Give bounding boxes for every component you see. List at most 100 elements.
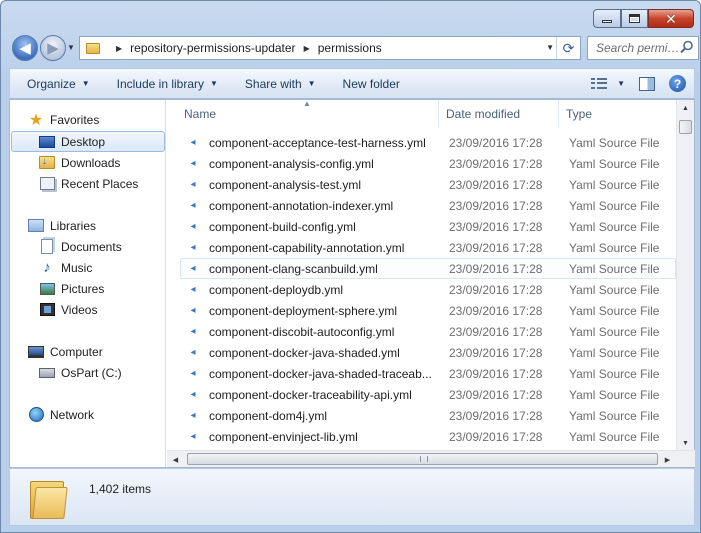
column-label: Name (184, 106, 217, 121)
file-row[interactable]: ◂ component-annotation-indexer.yml 23/09/2… (181, 195, 677, 216)
scroll-left-icon[interactable]: ◀ (167, 451, 184, 468)
refresh-icon: ⟳ (562, 39, 575, 56)
file-name: component-deploydb.yml (209, 282, 344, 297)
yaml-file-icon: ◂ (190, 242, 196, 253)
breadcrumb-separator-icon[interactable]: ▶ (304, 44, 310, 53)
nav-music[interactable]: ♪ Music (39, 257, 92, 278)
minimize-button[interactable] (593, 9, 621, 28)
file-type: Yaml Source File (569, 387, 660, 402)
yaml-file-icon: ◂ (190, 263, 196, 274)
vertical-scrollbar[interactable]: ▲ ▼ (676, 100, 694, 452)
explorer-window: ✕ ◀ ▶ ▼ ▶ repository-permissions-updater… (0, 0, 701, 533)
horizontal-scrollbar[interactable]: ◀ ▶ (167, 450, 695, 467)
nav-computer[interactable]: Computer (28, 341, 103, 362)
help-button[interactable]: ? (669, 75, 686, 92)
address-dropdown-icon[interactable]: ▼ (546, 43, 554, 52)
search-input[interactable]: Search permi… (587, 36, 699, 60)
nav-videos[interactable]: Videos (39, 299, 97, 320)
breadcrumb-item[interactable]: repository-permissions-updater (130, 41, 295, 55)
file-name: component-dom4j.yml (209, 408, 328, 423)
scroll-right-icon[interactable]: ▶ (659, 451, 676, 468)
change-view-button[interactable]: ▼ (591, 77, 625, 90)
nav-libraries[interactable]: Libraries (28, 215, 96, 236)
file-date: 23/09/2016 17:28 (449, 177, 543, 192)
new-folder-button[interactable]: New folder (326, 69, 410, 98)
nav-recent-places[interactable]: Recent Places (39, 173, 138, 194)
nav-documents[interactable]: Documents (39, 236, 122, 257)
file-row[interactable]: ◂ component-dom4j.yml 23/09/2016 17:28 Yaml… (181, 405, 677, 426)
file-name: component-discobit-autoconfig.yml (209, 324, 395, 339)
nav-label: Downloads (61, 155, 121, 170)
scroll-thumb[interactable] (679, 120, 692, 134)
file-name: component-capability-annotation.yml (209, 240, 405, 255)
back-button[interactable]: ◀ (12, 35, 38, 61)
file-date: 23/09/2016 17:28 (449, 282, 543, 297)
chevron-down-icon: ▼ (617, 79, 625, 88)
nav-desktop[interactable]: Desktop (11, 131, 165, 152)
content-area: ★ Favorites Desktop ↓ Downloads Recent Pla… (9, 99, 695, 468)
pictures-icon (39, 281, 55, 297)
file-type: Yaml Source File (569, 261, 660, 276)
address-bar[interactable]: ▶ repository-permissions-updater ▶ permi… (79, 36, 581, 60)
file-name: component-clang-scanbuild.yml (209, 261, 378, 276)
column-header-date[interactable]: Date modified (439, 100, 559, 127)
scroll-up-icon[interactable]: ▲ (677, 100, 694, 117)
file-type: Yaml Source File (569, 408, 660, 423)
yaml-file-icon: ◂ (190, 305, 196, 316)
close-button[interactable]: ✕ (648, 9, 694, 28)
file-row[interactable]: ◂ component-capability-annotation.yml 23/0… (181, 237, 677, 258)
nav-favorites[interactable]: ★ Favorites (28, 109, 100, 130)
nav-label: Computer (50, 344, 103, 359)
yaml-file-icon: ◂ (190, 179, 196, 190)
network-icon (28, 407, 44, 423)
file-date: 23/09/2016 17:28 (449, 261, 543, 276)
nav-label: Music (61, 260, 93, 275)
search-icon (680, 40, 693, 54)
file-row[interactable]: ◂ component-envinject-lib.yml 23/09/2016 1… (181, 426, 677, 447)
file-row[interactable]: ◂ component-clang-scanbuild.yml 23/09/2016… (180, 258, 676, 279)
views-icon (591, 77, 608, 90)
nav-network[interactable]: Network (28, 404, 94, 425)
file-name: component-build-config.yml (209, 219, 356, 234)
maximize-button[interactable] (621, 9, 648, 28)
file-row[interactable]: ◂ component-docker-java-shaded.yml 23/09/2… (181, 342, 677, 363)
breadcrumb-item[interactable]: permissions (318, 41, 382, 55)
chevron-down-icon: ▼ (307, 79, 316, 88)
yaml-file-icon: ◂ (190, 137, 196, 148)
share-with-button[interactable]: Share with ▼ (228, 69, 326, 98)
file-row[interactable]: ◂ component-deployment-sphere.yml 23/09/20… (181, 300, 677, 321)
file-list: ▲ Name Date modified Type ◂ component-acc… (167, 100, 677, 452)
recent-pages-dropdown[interactable]: ▼ (67, 43, 75, 52)
include-in-library-button[interactable]: Include in library ▼ (100, 69, 228, 98)
file-row[interactable]: ◂ component-analysis-config.yml 23/09/2016… (181, 153, 677, 174)
file-row[interactable]: ◂ component-docker-java-shaded-traceab...… (181, 363, 677, 384)
share-with-label: Share with (244, 76, 302, 91)
file-type: Yaml Source File (569, 156, 660, 171)
file-row[interactable]: ◂ component-build-config.yml 23/09/2016 17… (181, 216, 677, 237)
nav-label: Favorites (50, 112, 100, 127)
preview-pane-button[interactable] (639, 76, 655, 91)
caption-buttons: ✕ (593, 9, 694, 28)
organize-label: Organize (27, 76, 76, 91)
forward-button[interactable]: ▶ (40, 35, 66, 61)
yaml-file-icon: ◂ (190, 389, 196, 400)
maximize-icon (629, 14, 640, 23)
column-header-type[interactable]: Type (559, 100, 677, 127)
nav-downloads[interactable]: ↓ Downloads (39, 152, 120, 173)
horizontal-scroll-thumb[interactable] (187, 453, 658, 465)
file-row[interactable]: ◂ component-discobit-autoconfig.yml 23/09/… (181, 321, 677, 342)
yaml-file-icon: ◂ (190, 221, 196, 232)
desktop-icon (39, 134, 55, 150)
include-in-library-label: Include in library (116, 76, 204, 91)
nav-pictures[interactable]: Pictures (39, 278, 104, 299)
column-header-name[interactable]: ▲ Name (167, 100, 439, 127)
breadcrumb-separator-icon[interactable]: ▶ (116, 44, 122, 53)
file-type: Yaml Source File (569, 303, 660, 318)
refresh-button[interactable]: ⟳ (556, 37, 580, 59)
file-row[interactable]: ◂ component-acceptance-test-harness.yml 23… (181, 132, 677, 153)
file-row[interactable]: ◂ component-analysis-test.yml 23/09/2016 1… (181, 174, 677, 195)
organize-button[interactable]: Organize ▼ (10, 69, 100, 98)
file-row[interactable]: ◂ component-docker-traceability-api.yml 23… (181, 384, 677, 405)
file-row[interactable]: ◂ component-deploydb.yml 23/09/2016 17:28 Y… (181, 279, 677, 300)
nav-ospart[interactable]: OsPart (C:) (39, 362, 122, 383)
